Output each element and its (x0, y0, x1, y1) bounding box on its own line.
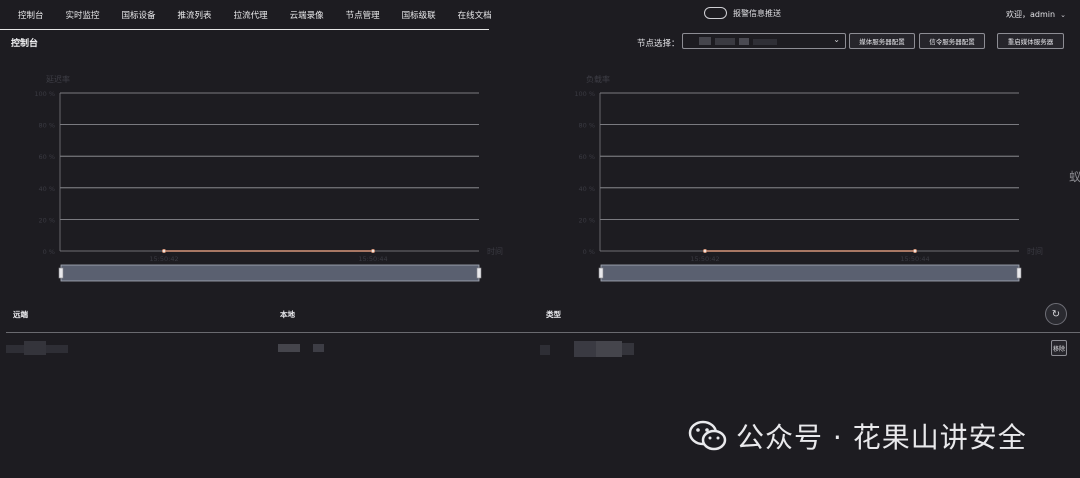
data-point (161, 248, 166, 253)
top-navigation: 控制台 实时监控 国标设备 推流列表 拉流代理 云端录像 节点管理 国标级联 在线文档 报警信息… (0, 0, 1080, 30)
zoom-handle[interactable] (598, 267, 604, 279)
table-header-divider (6, 332, 1080, 333)
chart-title: 负载率 (586, 74, 610, 84)
signal-server-config-button[interactable]: 信令服务器配置 (919, 33, 985, 49)
zoom-handle[interactable] (1016, 267, 1022, 279)
chart-svg: 负载率 0 % 20 % 40 % 60 % 80 % 100 % 15:50:42 15:50… (574, 74, 1043, 282)
nav-item[interactable]: 云端录像 (290, 9, 324, 21)
nav-item[interactable]: 实时监控 (66, 9, 100, 21)
y-tick-label: 40 % (38, 185, 55, 193)
zoom-slider[interactable] (600, 264, 1020, 282)
node-select-label: 节点选择： (637, 39, 680, 49)
refresh-icon[interactable]: ↻ (1045, 303, 1067, 325)
watermark: 公众号 · 花果山讲安全 (688, 416, 1027, 456)
zoom-slider[interactable] (60, 264, 480, 282)
chevron-down-icon: ⌄ (1060, 10, 1066, 19)
user-greeting: 欢迎，admin (1006, 10, 1056, 19)
y-tick-label: 0 % (583, 248, 595, 256)
y-tick-label: 80 % (578, 122, 595, 130)
nav-item[interactable]: 国标设备 (122, 9, 156, 21)
y-tick-label: 60 % (578, 153, 595, 161)
chart-svg: 延迟率 0 % 20 % 40 % 60 % 80 % 100 % 15:50:42 15:50… (34, 74, 503, 282)
node-select[interactable]: ⌄ (682, 33, 846, 49)
zoom-handle[interactable] (58, 267, 64, 279)
latency-chart: 延迟率 0 % 20 % 40 % 60 % 80 % 100 % 15:50:42 15:50… (0, 60, 540, 290)
x-tick-label: 15:50:44 (900, 255, 929, 263)
column-header-remote: 远端 (13, 310, 28, 319)
nav-item[interactable]: 拉流代理 (234, 9, 268, 21)
media-server-config-button[interactable]: 媒体服务器配置 (849, 33, 915, 49)
user-menu[interactable]: 欢迎，admin ⌄ (1006, 9, 1066, 20)
nav-menu: 控制台 实时监控 国标设备 推流列表 拉流代理 云端录像 节点管理 国标级联 在线文档 (18, 9, 514, 21)
data-point (702, 248, 707, 253)
zoom-handle[interactable] (476, 267, 482, 279)
data-point (912, 248, 917, 253)
redacted-node-value (715, 38, 735, 45)
nav-item[interactable]: 推流列表 (178, 9, 212, 21)
watermark-text: 公众号 · 花果山讲安全 (736, 421, 1027, 454)
page-title: 控制台 (11, 39, 39, 49)
chart-title: 延迟率 (46, 74, 70, 84)
y-tick-label: 40 % (578, 185, 595, 193)
nav-item[interactable]: 控制台 (18, 9, 44, 21)
nav-item[interactable]: 节点管理 (346, 9, 380, 21)
redacted-node-value (699, 37, 711, 45)
alarm-push-label: 报警信息推送 (733, 8, 781, 18)
x-axis-label: 时间 (1027, 246, 1043, 256)
remove-button[interactable]: 移除 (1051, 340, 1067, 356)
y-tick-label: 100 % (574, 90, 595, 98)
nav-item[interactable]: 国标级联 (402, 9, 436, 21)
edge-glyph: 蚁 (1069, 170, 1080, 184)
y-tick-label: 100 % (34, 90, 55, 98)
redacted-local-cell (278, 339, 328, 357)
load-chart: 负载率 0 % 20 % 40 % 60 % 80 % 100 % 15:50:42 15:50… (540, 60, 1080, 290)
y-tick-label: 0 % (43, 248, 55, 256)
x-axis-label: 时间 (487, 246, 503, 256)
y-tick-label: 20 % (578, 216, 595, 224)
restart-media-server-button[interactable]: 重启媒体服务器 (997, 33, 1064, 49)
alarm-push-toggle-group: 报警信息推送 (704, 7, 781, 19)
redacted-remote-cell (6, 339, 68, 357)
column-header-local: 本地 (280, 310, 295, 319)
alarm-push-toggle[interactable] (704, 7, 727, 19)
x-tick-label: 15:50:44 (358, 255, 387, 263)
chevron-down-icon: ⌄ (833, 35, 840, 44)
redacted-node-value (739, 38, 749, 45)
redacted-node-value (753, 39, 777, 45)
y-tick-label: 20 % (38, 216, 55, 224)
redacted-type-cell (540, 339, 650, 357)
column-header-type: 类型 (546, 310, 561, 319)
x-tick-label: 15:50:42 (149, 255, 178, 263)
y-tick-label: 80 % (38, 122, 55, 130)
y-tick-label: 60 % (38, 153, 55, 161)
wechat-logo-icon (688, 419, 728, 453)
nav-item[interactable]: 在线文档 (458, 9, 492, 21)
data-point (370, 248, 375, 253)
nav-underline (0, 29, 489, 30)
x-tick-label: 15:50:42 (690, 255, 719, 263)
